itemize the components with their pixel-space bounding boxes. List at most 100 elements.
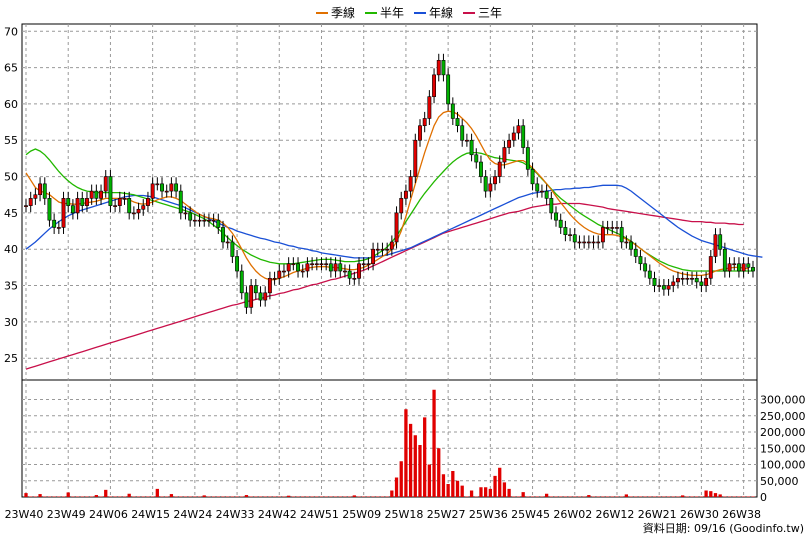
candle-body bbox=[507, 139, 512, 148]
candle-body bbox=[141, 205, 146, 210]
candle-body bbox=[221, 227, 225, 243]
candle-body bbox=[328, 263, 333, 272]
candle-body bbox=[493, 176, 497, 185]
candle-body bbox=[643, 263, 648, 272]
candle-body bbox=[361, 263, 366, 266]
candle-body bbox=[389, 241, 394, 250]
candle-body bbox=[258, 292, 263, 301]
candle-body bbox=[188, 212, 193, 221]
candle-body bbox=[671, 281, 676, 286]
candle-body bbox=[136, 208, 141, 214]
volume-bar bbox=[488, 488, 492, 497]
volume-bar bbox=[455, 480, 460, 497]
candle-body bbox=[202, 219, 207, 222]
volume-bar bbox=[681, 495, 685, 497]
candle-body bbox=[122, 198, 127, 200]
candle-body bbox=[568, 234, 573, 236]
candle-body bbox=[704, 277, 709, 286]
candle-body bbox=[375, 248, 380, 251]
candle-body bbox=[530, 169, 535, 185]
candle-body bbox=[103, 176, 108, 192]
x-tick-label: 25W09 bbox=[342, 508, 381, 521]
candle-body bbox=[563, 227, 568, 235]
candle-body bbox=[253, 285, 258, 294]
candle-body bbox=[371, 248, 376, 265]
candle-body bbox=[619, 227, 624, 243]
candle-body bbox=[300, 270, 305, 273]
candle-body bbox=[272, 277, 277, 280]
candle-body bbox=[277, 270, 282, 279]
candle-body bbox=[408, 176, 413, 192]
candle-body bbox=[497, 161, 502, 177]
volume-bar bbox=[127, 493, 131, 497]
x-tick-label: 24W24 bbox=[173, 508, 212, 521]
candle-body bbox=[427, 96, 432, 119]
candle-body bbox=[446, 74, 451, 105]
volume-bar bbox=[544, 493, 549, 497]
candle-body bbox=[385, 248, 390, 251]
candle-body bbox=[366, 263, 371, 266]
candle-body bbox=[310, 263, 315, 266]
candle-body bbox=[66, 198, 71, 206]
volume-bar bbox=[418, 445, 422, 497]
legend-swatch bbox=[463, 11, 476, 14]
candle-body bbox=[624, 241, 629, 244]
price-tick-label: 30 bbox=[4, 316, 18, 329]
x-tick-label: 26W12 bbox=[596, 508, 635, 521]
volume-bar bbox=[202, 495, 206, 497]
candle-body bbox=[80, 198, 85, 206]
x-tick-label: 25W45 bbox=[511, 508, 550, 521]
legend: 季線 半年 年線 三年 bbox=[316, 4, 502, 21]
candle-body bbox=[94, 190, 99, 199]
candle-body bbox=[230, 241, 235, 257]
plot-frame bbox=[21, 23, 758, 498]
candle-body bbox=[436, 60, 441, 76]
candle-body bbox=[511, 132, 516, 141]
candle-body bbox=[676, 277, 680, 283]
candle-body bbox=[661, 285, 666, 290]
volume-tick-label: 100,000 bbox=[760, 459, 806, 472]
candle-body bbox=[244, 292, 249, 308]
candle-body bbox=[558, 219, 563, 228]
candle-body bbox=[432, 74, 436, 97]
volume-bar bbox=[479, 487, 483, 497]
legend-item: 半年 bbox=[365, 4, 404, 21]
candle-body bbox=[225, 241, 230, 244]
candle-body bbox=[291, 263, 296, 266]
legend-swatch bbox=[365, 11, 378, 14]
candle-body bbox=[479, 161, 483, 177]
candle-body bbox=[319, 263, 324, 266]
candle-body bbox=[99, 190, 103, 199]
candle-body bbox=[343, 270, 347, 273]
candle-body bbox=[746, 263, 751, 268]
candle-body bbox=[549, 198, 554, 214]
candle-body bbox=[666, 285, 671, 290]
volume-bar bbox=[460, 485, 464, 497]
volume-bar bbox=[437, 448, 441, 497]
candle-body bbox=[305, 263, 310, 272]
price-tick-label: 55 bbox=[4, 134, 18, 147]
candle-body bbox=[652, 277, 657, 286]
volume-bar bbox=[521, 492, 525, 497]
candle-body bbox=[150, 183, 155, 199]
candle-body bbox=[211, 219, 216, 222]
volume-bar bbox=[352, 495, 356, 497]
volume-bar bbox=[484, 487, 488, 497]
volume-bar bbox=[446, 484, 450, 497]
candle-body bbox=[615, 227, 619, 229]
candle-body bbox=[75, 198, 80, 214]
price-tick-label: 50 bbox=[4, 171, 18, 184]
volume-bar bbox=[718, 494, 722, 497]
x-tick-label: 24W06 bbox=[89, 508, 128, 521]
volume-bar bbox=[169, 494, 174, 497]
candle-body bbox=[52, 219, 57, 228]
candle-body bbox=[380, 248, 385, 251]
volume-tick-label: 50,000 bbox=[760, 475, 799, 488]
candle-body bbox=[235, 256, 240, 272]
x-tick-label: 24W42 bbox=[258, 508, 297, 521]
candle-body bbox=[741, 263, 746, 272]
candle-body bbox=[450, 103, 455, 119]
candle-body bbox=[399, 198, 404, 214]
volume-bar bbox=[427, 464, 432, 497]
price-tick-label: 25 bbox=[4, 352, 18, 365]
